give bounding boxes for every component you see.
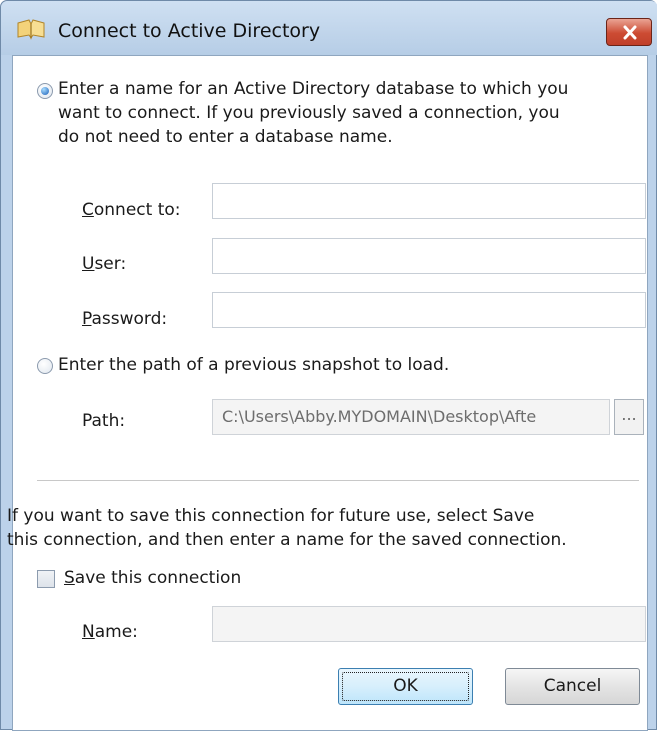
ok-button[interactable]: OK <box>338 668 473 705</box>
close-button[interactable] <box>606 18 652 46</box>
dialog-body: Enter a name for an Active Directory dat… <box>7 55 648 731</box>
connect-database-description: Enter a name for an Active Directory dat… <box>58 77 643 149</box>
name-input[interactable] <box>212 606 646 642</box>
path-label: Path: <box>82 411 126 431</box>
connect-database-radio[interactable] <box>37 83 53 99</box>
section-divider <box>37 480 639 481</box>
dialog-window: Connect to Active Directory Enter a name… <box>0 0 657 731</box>
connect-to-input[interactable] <box>212 183 646 219</box>
name-label: Name: <box>82 622 138 642</box>
cancel-button-label: Cancel <box>543 676 602 696</box>
description-line: Enter a name for an Active Directory dat… <box>58 79 569 99</box>
save-info-line: this connection, and then enter a name f… <box>7 530 567 550</box>
description-line: do not need to enter a database name. <box>58 127 393 147</box>
load-snapshot-label: Enter the path of a previous snapshot to… <box>58 355 450 375</box>
cancel-button[interactable]: Cancel <box>505 668 640 705</box>
title-bar[interactable]: Connect to Active Directory <box>1 1 657 55</box>
active-directory-book-icon <box>16 18 46 40</box>
save-info-line: If you want to save this connection for … <box>7 506 535 526</box>
save-connection-checkbox[interactable] <box>37 570 55 588</box>
user-input[interactable] <box>212 238 646 274</box>
load-snapshot-radio[interactable] <box>37 358 53 374</box>
password-input[interactable] <box>212 292 646 328</box>
browse-path-button[interactable]: ... <box>614 399 644 435</box>
password-label: Password: <box>82 309 168 329</box>
focus-rectangle <box>342 672 469 701</box>
description-line: want to connect. If you previously saved… <box>58 103 560 123</box>
radio-selected-dot <box>41 87 49 95</box>
user-label: User: <box>82 254 127 274</box>
save-info-text: If you want to save this connection for … <box>7 504 647 552</box>
window-title: Connect to Active Directory <box>58 20 321 42</box>
path-value: C:\Users\Abby.MYDOMAIN\Desktop\Afte <box>222 407 537 426</box>
path-input[interactable]: C:\Users\Abby.MYDOMAIN\Desktop\Afte <box>212 399 610 435</box>
save-connection-label[interactable]: Save this connection <box>64 568 241 588</box>
connect-to-label: Connect to: <box>82 200 181 220</box>
close-icon <box>623 25 637 40</box>
